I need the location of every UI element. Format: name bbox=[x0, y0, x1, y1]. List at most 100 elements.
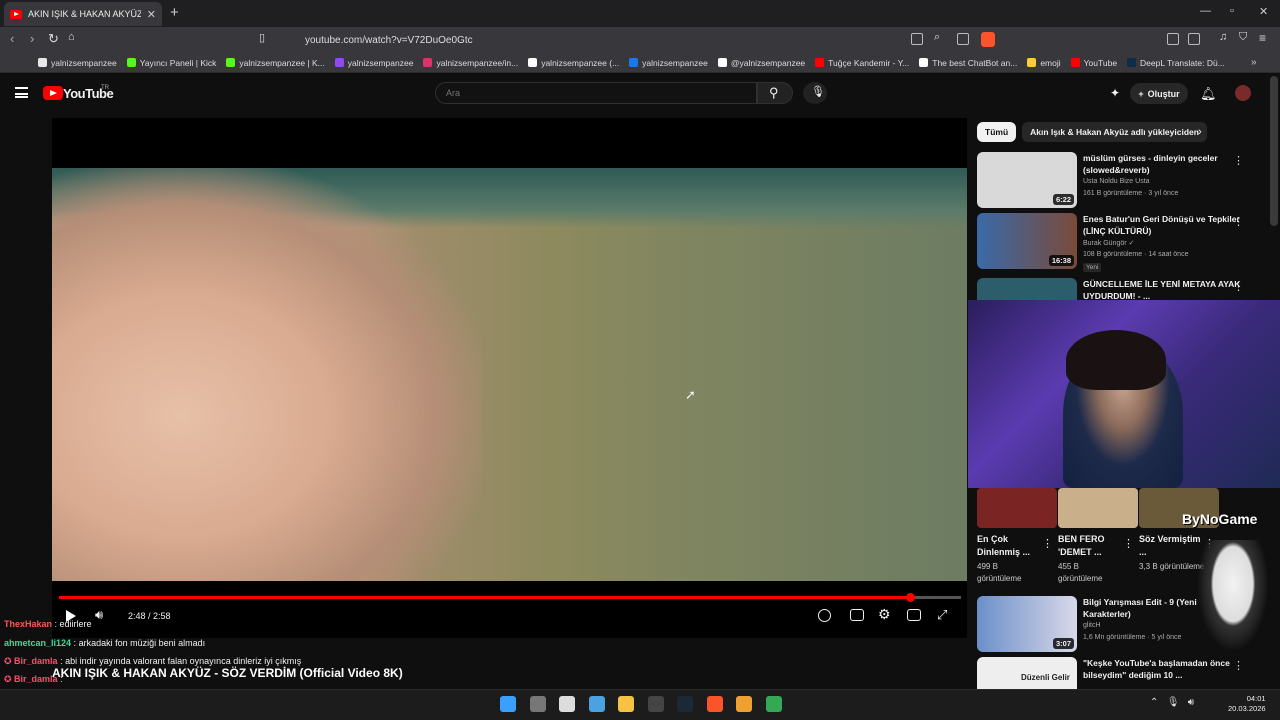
gaming-controller-icon[interactable]: ✦ bbox=[1110, 86, 1120, 100]
photos-icon[interactable] bbox=[588, 696, 605, 712]
bookmark-label: emoji bbox=[1040, 57, 1061, 68]
rec-title[interactable]: müslüm gürses - dinleyin geceler (slowed… bbox=[1083, 152, 1241, 176]
home-icon[interactable]: ⌂ bbox=[68, 31, 75, 43]
new-tab-button[interactable]: + bbox=[170, 4, 179, 21]
bookmark-item[interactable]: yalnizsempanzee | K... bbox=[226, 58, 325, 68]
bookmark-item[interactable]: yalnizsempanzee bbox=[334, 58, 413, 68]
fullscreen-icon[interactable]: ⤢ bbox=[937, 607, 947, 623]
tab-close-icon[interactable]: ✕ bbox=[147, 8, 156, 21]
url-field[interactable]: youtube.com/watch?v=V72DuOe0Gtc bbox=[282, 30, 1000, 50]
extensions-icon[interactable] bbox=[1167, 33, 1179, 45]
more-options-icon[interactable]: ⋮ bbox=[1123, 537, 1134, 550]
paint-icon[interactable] bbox=[559, 696, 575, 712]
theater-mode-icon[interactable] bbox=[907, 609, 921, 621]
more-options-icon[interactable]: ⋮ bbox=[1233, 280, 1244, 293]
bookmark-item[interactable]: YouTube bbox=[1070, 58, 1117, 68]
video-thumbnail[interactable] bbox=[977, 278, 1077, 300]
bookmark-item[interactable]: Tuğçe Kandemir - Y... bbox=[815, 58, 909, 68]
video-thumbnail[interactable]: 3:07 bbox=[977, 596, 1077, 652]
chrome-icon[interactable] bbox=[765, 696, 782, 712]
short-thumbnail[interactable] bbox=[977, 488, 1057, 528]
minimize-button[interactable]: — bbox=[1200, 5, 1211, 17]
recommended-video[interactable]: GÜNCELLEME İLE YENİ METAYA AYAK UYDURDUM… bbox=[977, 278, 1262, 300]
volume-icon[interactable]: 🔊︎ bbox=[95, 607, 103, 623]
bookmark-item[interactable]: emoji bbox=[1027, 57, 1061, 68]
explorer-icon[interactable] bbox=[618, 696, 634, 712]
short-title[interactable]: En Çok Dinlenmiş ... bbox=[977, 533, 1045, 559]
brave-shield-icon[interactable] bbox=[981, 32, 995, 47]
video-thumbnail[interactable]: 6:22 bbox=[977, 152, 1077, 208]
bookmark-item[interactable]: The best ChatBot an... bbox=[919, 58, 1017, 68]
search-input[interactable] bbox=[435, 82, 757, 104]
cast-icon[interactable] bbox=[911, 33, 923, 45]
rec-meta: 1,6 Mn görüntüleme · 5 yıl önce bbox=[1083, 634, 1182, 641]
notifications-bell-icon[interactable]: 🔔︎ bbox=[1200, 86, 1217, 102]
settings-gear-icon[interactable]: ⚙ bbox=[878, 606, 891, 623]
video-frame[interactable] bbox=[52, 168, 967, 581]
bookmark-item[interactable]: yalnizsempanzee/in... bbox=[423, 58, 518, 68]
more-options-icon[interactable]: ⋮ bbox=[1233, 215, 1244, 228]
autoplay-toggle-icon[interactable] bbox=[818, 609, 831, 622]
bookmark-item[interactable]: yalnizsempanzee (... bbox=[528, 58, 619, 68]
avatar[interactable] bbox=[1235, 85, 1251, 101]
bookmark-item[interactable]: @yalnizsempanzee bbox=[717, 58, 805, 68]
maximize-button[interactable]: ▫ bbox=[1230, 5, 1234, 17]
window-close-button[interactable]: ✕ bbox=[1259, 5, 1268, 18]
bookmark-label: yalnizsempanzee (... bbox=[541, 57, 620, 68]
bookmark-icon[interactable]: ▯ bbox=[259, 31, 265, 44]
sidebar-icon[interactable] bbox=[1188, 33, 1200, 45]
more-options-icon[interactable]: ⋮ bbox=[1233, 659, 1244, 672]
recommended-video[interactable]: 16:38 Enes Batur'un Geri Dönüşü ve Tepki… bbox=[977, 213, 1262, 272]
more-options-icon[interactable]: ⋮ bbox=[1042, 537, 1053, 550]
rec-title[interactable]: GÜNCELLEME İLE YENİ METAYA AYAK UYDURDUM… bbox=[1083, 278, 1241, 300]
obs-icon[interactable] bbox=[647, 696, 664, 712]
system-tray[interactable]: ⌃ 🎙︎ 🔊︎ bbox=[1150, 697, 1194, 708]
bookmark-item[interactable]: DeepL Translate: Dü... bbox=[1127, 58, 1225, 68]
chat-user: ahmetcan_li124 bbox=[4, 638, 72, 648]
bookmark-item[interactable]: yalnizsempanzee bbox=[38, 58, 117, 68]
video-thumbnail[interactable]: 16:38 bbox=[977, 213, 1077, 269]
taskbar-clock[interactable]: 04:01 20.03.2026 bbox=[1228, 694, 1266, 714]
media-icon[interactable] bbox=[736, 696, 752, 712]
reload-icon[interactable]: ↻ bbox=[48, 31, 59, 47]
short-title[interactable]: Söz Vermiştim ... bbox=[1139, 533, 1207, 559]
rec-channel[interactable]: Usta Noldu Bize Usta bbox=[1083, 178, 1150, 185]
menu-icon[interactable]: ≡ bbox=[1259, 31, 1266, 45]
rec-channel[interactable]: glitcH bbox=[1083, 622, 1101, 629]
rec-channel[interactable]: Burak Güngör ✓ bbox=[1083, 239, 1134, 247]
short-title[interactable]: BEN FERO 'DEMET ... bbox=[1058, 533, 1126, 559]
youtube-favicon-icon bbox=[10, 9, 22, 19]
steam-icon[interactable] bbox=[677, 696, 693, 712]
progress-scrubber[interactable] bbox=[905, 593, 915, 602]
voice-search-button[interactable]: 🎙︎ bbox=[803, 82, 827, 104]
music-icon[interactable]: ♫ bbox=[1219, 31, 1227, 43]
vpn-icon[interactable]: ⛉ bbox=[1239, 31, 1247, 44]
chip-uploader[interactable]: Akın Işık & Hakan Akyüz adlı yükleyicide… bbox=[1022, 122, 1207, 142]
task-view-icon[interactable] bbox=[529, 696, 546, 712]
hamburger-menu-icon[interactable] bbox=[15, 87, 28, 98]
more-bookmarks-icon[interactable]: » bbox=[1251, 57, 1257, 68]
more-options-icon[interactable]: ⋮ bbox=[1233, 154, 1244, 167]
subtitles-icon[interactable] bbox=[850, 609, 864, 621]
zoom-icon[interactable]: ⌕ bbox=[934, 31, 940, 44]
chevron-right-icon[interactable]: › bbox=[1198, 126, 1202, 138]
create-button[interactable]: + Oluştur bbox=[1130, 83, 1188, 104]
search-button[interactable]: ⚲ bbox=[757, 82, 793, 104]
share-icon[interactable] bbox=[957, 33, 969, 45]
bookmark-item[interactable]: yalnizsempanzee bbox=[629, 58, 708, 68]
back-icon[interactable]: ‹ bbox=[10, 31, 14, 46]
rec-title[interactable]: "Keşke YouTube'a başlamadan önce bilseyd… bbox=[1083, 657, 1241, 681]
brave-icon[interactable] bbox=[706, 696, 723, 712]
scrollbar[interactable] bbox=[1270, 76, 1278, 226]
rec-title[interactable]: Enes Batur'un Geri Dönüşü ve Tepkiler (L… bbox=[1083, 213, 1241, 237]
forward-icon[interactable]: › bbox=[30, 31, 34, 46]
short-thumbnail[interactable] bbox=[1058, 488, 1138, 528]
chip-all[interactable]: Tümü bbox=[977, 122, 1017, 142]
bookmark-item[interactable]: Yayıncı Paneli | Kick bbox=[126, 58, 216, 68]
video-thumbnail[interactable]: Düzenli Gelir bbox=[977, 657, 1077, 689]
youtube-logo-icon[interactable] bbox=[43, 86, 63, 100]
browser-tab[interactable]: AKIN IŞIK & HAKAN AKYÜZ ✕ bbox=[4, 2, 162, 26]
recommended-video[interactable]: Düzenli Gelir "Keşke YouTube'a başlamada… bbox=[977, 657, 1262, 689]
recommended-video[interactable]: 6:22 müslüm gürses - dinleyin geceler (s… bbox=[977, 152, 1262, 208]
start-icon[interactable] bbox=[500, 696, 516, 712]
